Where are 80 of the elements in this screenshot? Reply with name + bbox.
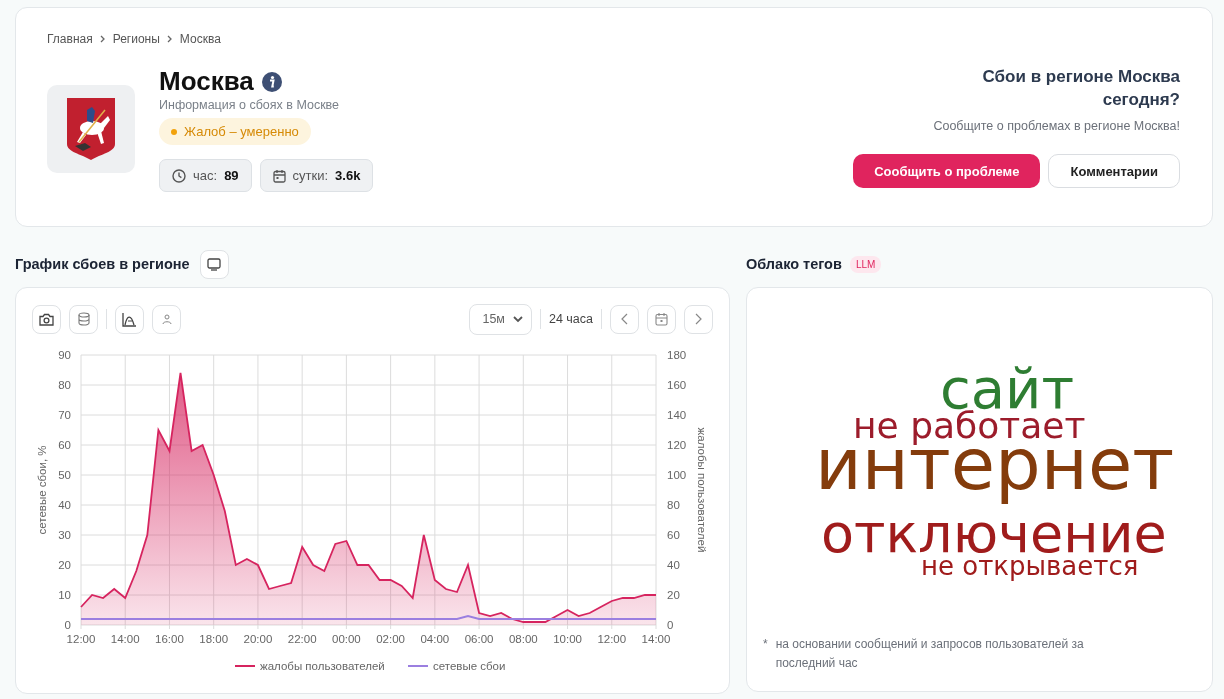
- breadcrumb-link[interactable]: Главная: [47, 32, 93, 46]
- axis-tick-label: 160: [667, 379, 687, 391]
- axis-tick-label: 40: [667, 559, 680, 571]
- report-heading: Сбои в регионе Москва сегодня?: [981, 66, 1180, 111]
- legend-label[interactable]: жалобы пользователей: [260, 660, 385, 672]
- user-button[interactable]: [152, 304, 181, 334]
- section-title: График сбоев в регионе: [15, 256, 190, 272]
- axis-tick-label: 90: [58, 349, 71, 361]
- axis-tick-label: 20: [667, 589, 680, 601]
- axis-tick-label: 180: [667, 349, 687, 361]
- axis-tick-label: 120: [667, 439, 687, 451]
- axis-tick-label: 100: [667, 469, 687, 481]
- stat-label: сутки:: [292, 168, 329, 183]
- axis-tick-label: 70: [58, 409, 71, 421]
- axis-title: жалобы пользователей: [696, 427, 708, 553]
- chevron-right-icon: [695, 313, 702, 325]
- axis-tick-label: 10:00: [553, 633, 582, 645]
- screenshot-button[interactable]: [32, 304, 61, 334]
- database-icon: [77, 312, 90, 326]
- info-icon[interactable]: [261, 71, 282, 92]
- person-icon: [161, 313, 172, 325]
- calendar-button[interactable]: [647, 304, 676, 334]
- footnote-text: на основании сообщений и запросов пользователей за последний час: [775, 636, 1085, 672]
- axis-tick-label: 00:00: [332, 633, 361, 645]
- stat-value: 89: [224, 168, 239, 183]
- report-text: Сообщите о проблемах в регионе Москва!: [933, 119, 1180, 133]
- axis-tick-label: 04:00: [420, 633, 450, 645]
- stat-value: 3.6k: [335, 168, 361, 183]
- region-title: Москва: [159, 66, 254, 97]
- axis-tick-label: 18:00: [199, 633, 229, 645]
- axis-tick-label: 30: [58, 529, 71, 541]
- axis-tick-label: 14:00: [110, 633, 140, 645]
- region-subtitle: Информация о сбоях в Москве: [159, 98, 341, 112]
- stat-label: час:: [193, 168, 218, 183]
- monitor-icon: [207, 257, 222, 271]
- axis-tick-label: 40: [58, 499, 71, 511]
- emblem-icon: [65, 96, 117, 162]
- period-label: 24 часа: [548, 312, 593, 326]
- axis-tick-label: 22:00: [287, 633, 317, 645]
- axis-tick-label: 140: [667, 409, 687, 421]
- chevron-right-icon: [166, 35, 173, 43]
- area-mode-button[interactable]: [115, 304, 144, 334]
- axis-tick-label: 12:00: [597, 633, 627, 645]
- caret-icon: [512, 315, 523, 323]
- status-badge: Жалоб – умеренно: [159, 118, 311, 145]
- axis-tick-label: 80: [667, 499, 680, 511]
- axis-title: сетевые сбои, %: [36, 445, 48, 535]
- axis-tick-label: 12:00: [66, 633, 96, 645]
- axis-tick-label: 20: [58, 559, 71, 571]
- chevron-left-icon: [621, 313, 628, 325]
- axis-tick-label: 10: [58, 589, 71, 601]
- axis-tick-label: 16:00: [155, 633, 184, 645]
- axis-tick-label: 80: [58, 379, 71, 391]
- axis-tick-label: 0: [64, 619, 71, 631]
- axis-tick-label: 60: [667, 529, 680, 541]
- data-button[interactable]: [69, 304, 98, 334]
- axis-tick-label: 14:00: [641, 633, 671, 645]
- footnote-mark: *: [763, 636, 768, 653]
- breadcrumb-link[interactable]: Москва: [179, 32, 221, 46]
- interval-select[interactable]: 15м: [469, 303, 532, 335]
- report-button[interactable]: Сообщить о проблеме: [853, 154, 1041, 188]
- display-button[interactable]: [199, 249, 229, 279]
- legend-label[interactable]: сетевые сбои: [433, 660, 506, 672]
- section-title: Облако тегов: [746, 256, 842, 272]
- axis-tick-label: 50: [58, 469, 71, 481]
- chevron-right-icon: [99, 35, 106, 43]
- camera-icon: [39, 312, 54, 326]
- axis-tick-label: 02:00: [376, 633, 405, 645]
- axis-tick-label: 60: [58, 439, 71, 451]
- axis-tick-label: 08:00: [508, 633, 538, 645]
- axis-tick-label: 20:00: [243, 633, 273, 645]
- clock-icon: [172, 168, 186, 183]
- comments-button[interactable]: Комментарии: [1048, 154, 1180, 188]
- breadcrumb-link[interactable]: Регионы: [112, 32, 160, 46]
- axis-tick-label: 06:00: [464, 633, 494, 645]
- llm-badge: LLM: [849, 255, 882, 273]
- area-chart-icon: [122, 311, 137, 327]
- calendar-icon: [655, 312, 668, 326]
- calendar-icon: [272, 168, 286, 183]
- axis-tick-label: 0: [667, 619, 674, 631]
